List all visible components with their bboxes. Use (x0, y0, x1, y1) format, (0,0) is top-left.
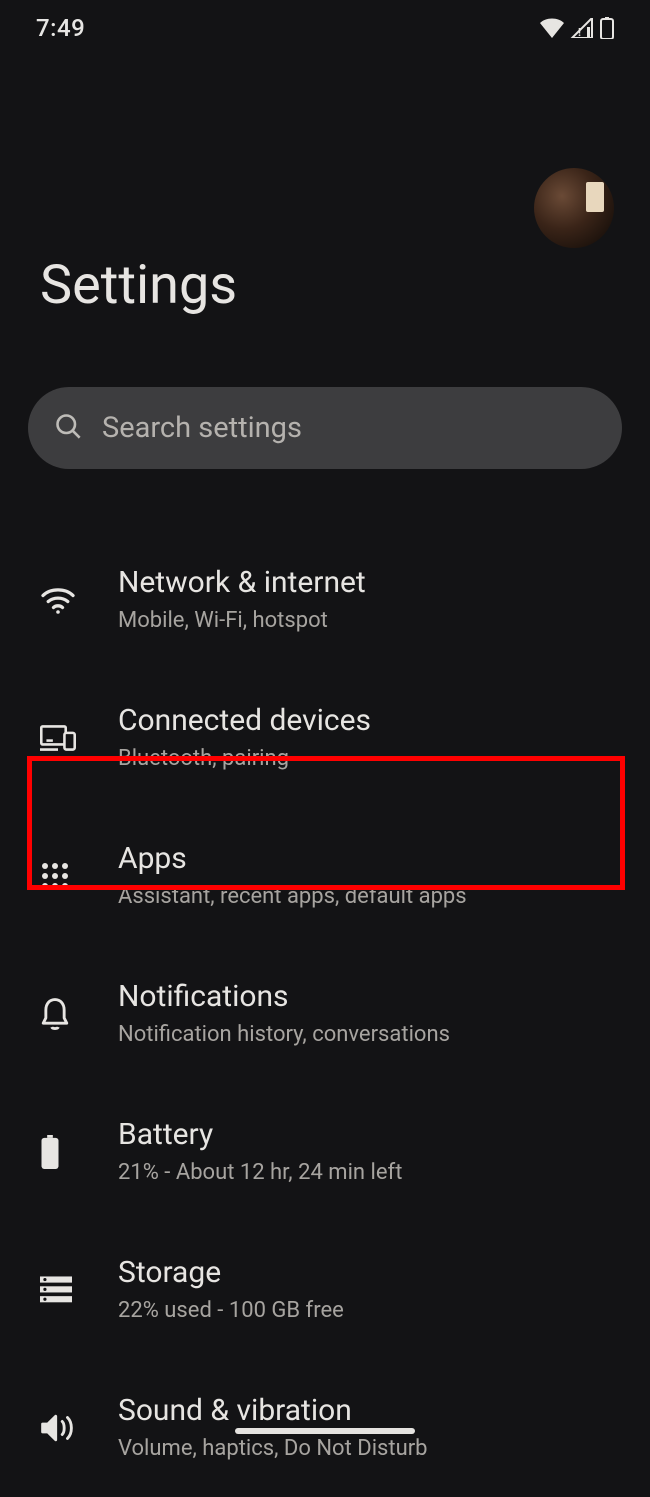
search-bar[interactable]: Search settings (28, 387, 622, 469)
devices-icon (40, 724, 118, 752)
svg-text:!: ! (578, 26, 581, 38)
page-title: Settings (40, 254, 610, 317)
battery-icon (600, 17, 614, 39)
status-icons: ! (540, 17, 614, 39)
item-subtitle: 21% - About 12 hr, 24 min left (118, 1159, 610, 1187)
status-time: 7:49 (36, 14, 85, 42)
settings-item-battery[interactable]: Battery 21% - About 12 hr, 24 min left (0, 1083, 650, 1221)
settings-item-notifications[interactable]: Notifications Notification history, conv… (0, 945, 650, 1083)
wifi-icon (40, 586, 118, 614)
wifi-icon (540, 18, 564, 38)
nav-handle[interactable] (235, 1428, 415, 1434)
search-placeholder: Search settings (102, 411, 302, 445)
item-title: Notifications (118, 979, 610, 1015)
header-area: Settings (0, 56, 650, 387)
item-title: Sound & vibration (118, 1393, 610, 1429)
item-subtitle: Bluetooth, pairing (118, 745, 610, 773)
apps-icon (40, 861, 118, 891)
bell-icon (40, 997, 118, 1031)
item-subtitle: Notification history, conversations (118, 1021, 610, 1049)
item-title: Network & internet (118, 565, 610, 601)
item-title: Storage (118, 1255, 610, 1291)
cellular-icon: ! (570, 18, 594, 38)
settings-item-connected-devices[interactable]: Connected devices Bluetooth, pairing (0, 669, 650, 807)
sound-icon (40, 1413, 118, 1443)
item-subtitle: Mobile, Wi-Fi, hotspot (118, 607, 610, 635)
settings-item-network[interactable]: Network & internet Mobile, Wi-Fi, hotspo… (0, 531, 650, 669)
item-subtitle: Volume, haptics, Do Not Disturb (118, 1435, 610, 1463)
item-subtitle: 22% used - 100 GB free (118, 1297, 610, 1325)
avatar[interactable] (534, 168, 614, 248)
settings-list: Network & internet Mobile, Wi-Fi, hotspo… (0, 501, 650, 1497)
settings-item-apps[interactable]: Apps Assistant, recent apps, default app… (0, 807, 650, 945)
storage-icon (40, 1276, 118, 1304)
search-icon (54, 412, 82, 444)
item-title: Connected devices (118, 703, 610, 739)
battery-icon (40, 1135, 118, 1169)
settings-item-storage[interactable]: Storage 22% used - 100 GB free (0, 1221, 650, 1359)
item-subtitle: Assistant, recent apps, default apps (118, 883, 610, 911)
item-title: Battery (118, 1117, 610, 1153)
status-bar: 7:49 ! (0, 0, 650, 56)
item-title: Apps (118, 841, 610, 877)
